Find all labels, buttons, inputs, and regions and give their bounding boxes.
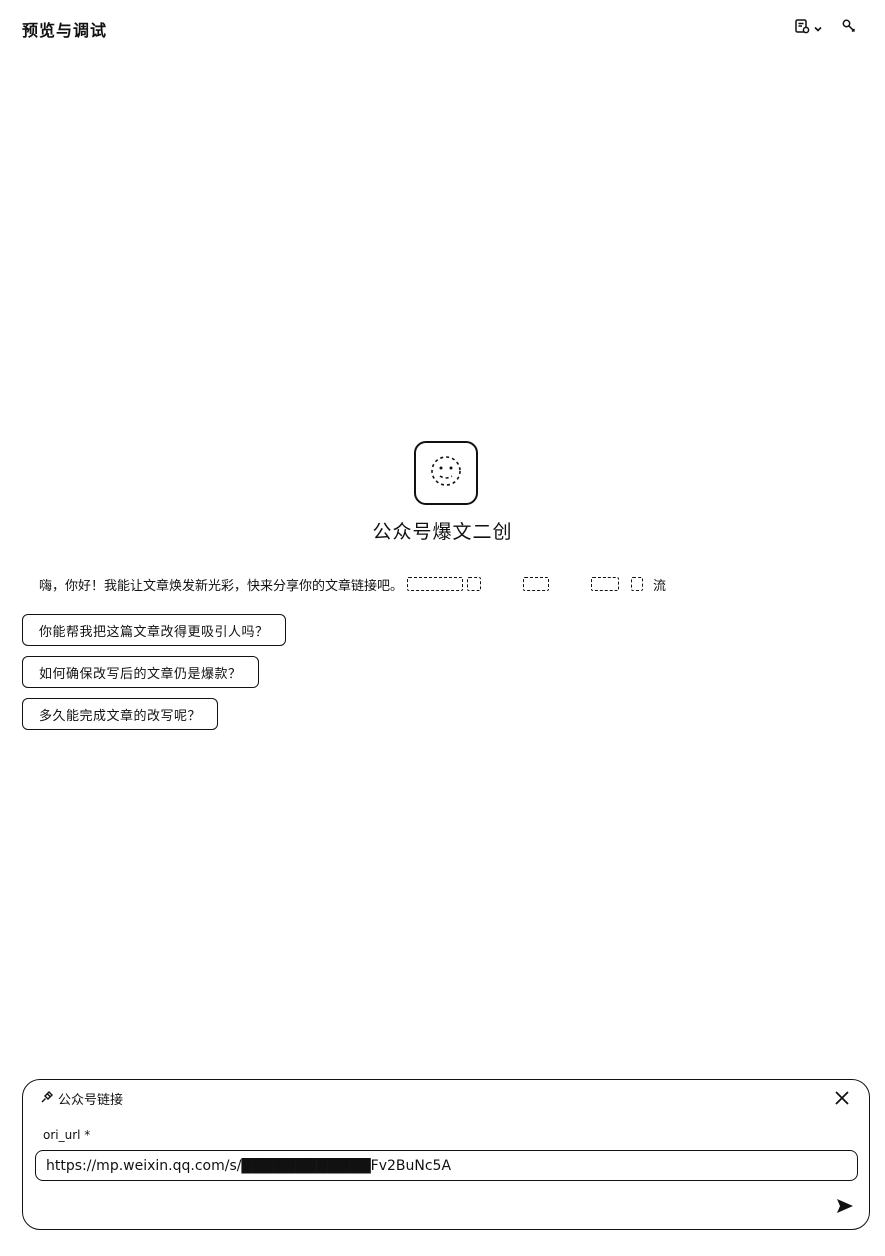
suggestion-chip[interactable]: 多久能完成文章的改写呢？: [22, 698, 219, 730]
wrench-icon: [841, 18, 857, 38]
settings-button[interactable]: [841, 18, 857, 38]
bot-avatar-icon: [426, 451, 466, 495]
greeting-text: 嗨，你好！我能让文章焕发新光彩，快来分享你的文章链接吧。: [39, 578, 404, 594]
panel-title: 公众号链接: [58, 1093, 124, 1108]
top-actions: [794, 18, 857, 38]
bot-avatar: [414, 441, 478, 505]
history-doc-icon: [794, 18, 810, 38]
panel-header: 公众号链接: [40, 1089, 123, 1108]
bot-name: 公众号爆文二创: [372, 521, 513, 543]
close-icon: [833, 1091, 851, 1111]
send-icon: [835, 1199, 855, 1220]
close-button[interactable]: [833, 1089, 851, 1107]
suggestion-chip[interactable]: 你能帮我把这篇文章改得更吸引人吗？: [22, 614, 286, 646]
greeting-suffix: 流: [653, 578, 667, 594]
redacted-text: [405, 574, 651, 594]
history-dropdown-button[interactable]: [794, 18, 823, 38]
top-bar: 预览与调试: [0, 0, 885, 56]
plugin-icon: [40, 1090, 54, 1108]
send-button[interactable]: [835, 1196, 855, 1216]
greeting-message: 嗨，你好！我能让文章焕发新光彩，快来分享你的文章链接吧。 流: [39, 574, 666, 594]
suggested-questions: 你能帮我把这篇文章改得更吸引人吗？ 如何确保改写后的文章仍是爆款？ 多久能完成文…: [22, 614, 286, 730]
suggestion-chip[interactable]: 如何确保改写后的文章仍是爆款？: [22, 656, 259, 688]
url-input-panel: 公众号链接 ori_url *: [22, 1079, 870, 1230]
field-label: ori_url *: [43, 1128, 91, 1142]
page-title: 预览与调试: [22, 21, 108, 40]
chevron-down-icon: [813, 19, 823, 38]
url-input[interactable]: [35, 1150, 858, 1181]
